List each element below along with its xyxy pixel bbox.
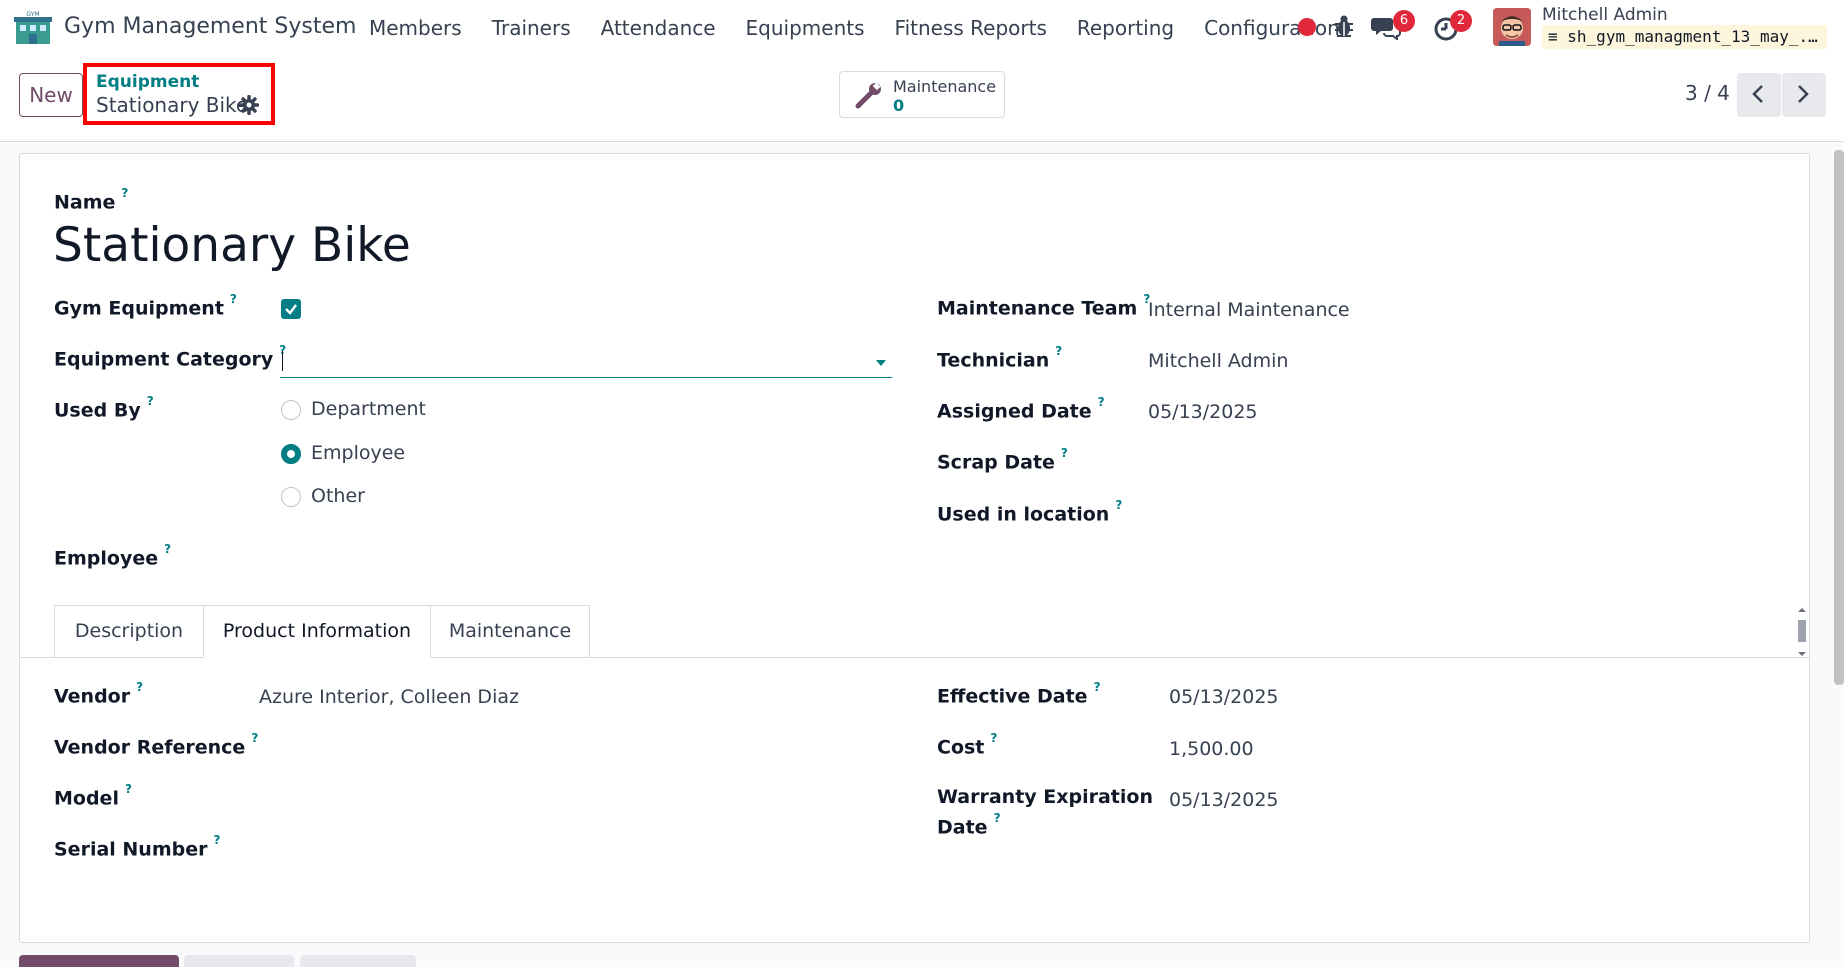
send-message-button[interactable] bbox=[19, 955, 179, 967]
cost-label: Cost? bbox=[937, 731, 998, 759]
menu-attendance[interactable]: Attendance bbox=[601, 16, 716, 40]
help-tooltip-icon[interactable]: ? bbox=[213, 833, 220, 847]
cost-value[interactable]: 1,500.00 bbox=[1169, 738, 1254, 760]
log-note-button[interactable] bbox=[184, 955, 294, 967]
scrap-date-label: Scrap Date? bbox=[937, 446, 1068, 474]
gym-app-icon[interactable]: GYM bbox=[14, 10, 52, 46]
control-panel: New Equipment Stationary Bike Maintenanc… bbox=[0, 58, 1844, 142]
effective-date-label: Effective Date? bbox=[937, 680, 1101, 708]
breadcrumb-current: Stationary Bike bbox=[96, 93, 249, 117]
gym-equipment-checkbox[interactable] bbox=[281, 299, 301, 319]
used-by-label: Used By? bbox=[54, 394, 154, 422]
check-icon bbox=[285, 304, 297, 315]
tab-maintenance[interactable]: Maintenance bbox=[430, 605, 590, 658]
database-label: sh_gym_managment_13_may_... bbox=[1567, 27, 1827, 46]
tab-product-information[interactable]: Product Information bbox=[203, 605, 431, 658]
maintenance-team-value[interactable]: Internal Maintenance bbox=[1148, 299, 1350, 321]
used-by-other-label[interactable]: Other bbox=[311, 485, 365, 507]
help-tooltip-icon[interactable]: ? bbox=[1094, 680, 1101, 694]
new-button[interactable]: New bbox=[19, 73, 83, 117]
serial-number-label: Serial Number? bbox=[54, 833, 221, 861]
debug-bug-icon[interactable] bbox=[1333, 14, 1355, 38]
used-by-employee-label[interactable]: Employee bbox=[311, 442, 405, 464]
database-name[interactable]: ≡ sh_gym_managment_13_may_... bbox=[1542, 25, 1827, 49]
pager-previous-button[interactable] bbox=[1737, 73, 1781, 117]
svg-text:GYM: GYM bbox=[26, 11, 39, 18]
pager-value[interactable]: 3 / 4 bbox=[1685, 81, 1730, 105]
caret-down-icon[interactable] bbox=[876, 360, 886, 366]
tab-description[interactable]: Description bbox=[54, 605, 204, 658]
help-tooltip-icon[interactable]: ? bbox=[251, 731, 258, 745]
help-tooltip-icon[interactable]: ? bbox=[121, 186, 128, 200]
chevron-left-icon bbox=[1752, 85, 1763, 103]
help-tooltip-icon[interactable]: ? bbox=[1115, 498, 1122, 512]
maintenance-team-label: Maintenance Team? bbox=[937, 292, 1151, 320]
gym-equipment-label: Gym Equipment? bbox=[54, 292, 237, 320]
vendor-value[interactable]: Azure Interior, Colleen Diaz bbox=[259, 686, 519, 708]
menu-reporting[interactable]: Reporting bbox=[1077, 16, 1174, 40]
used-by-other-radio[interactable] bbox=[281, 487, 301, 507]
technician-label: Technician? bbox=[937, 344, 1063, 372]
employee-label: Employee? bbox=[54, 542, 172, 570]
user-name[interactable]: Mitchell Admin bbox=[1542, 5, 1668, 25]
tabs-scrollbar[interactable] bbox=[1796, 607, 1808, 657]
maintenance-smart-button[interactable]: Maintenance 0 bbox=[839, 71, 1005, 118]
effective-date-value[interactable]: 05/13/2025 bbox=[1169, 686, 1279, 708]
used-in-location-label: Used in location? bbox=[937, 498, 1123, 526]
wrench-icon bbox=[854, 82, 884, 110]
menu-trainers[interactable]: Trainers bbox=[492, 16, 571, 40]
app-title[interactable]: Gym Management System bbox=[64, 14, 356, 39]
text-cursor bbox=[282, 351, 283, 371]
messages-badge: 6 bbox=[1393, 10, 1415, 32]
main-menu: Members Trainers Attendance Equipments F… bbox=[369, 16, 1370, 40]
assigned-date-label: Assigned Date? bbox=[937, 395, 1105, 423]
record-status-icon[interactable] bbox=[1298, 18, 1316, 36]
technician-value[interactable]: Mitchell Admin bbox=[1148, 350, 1288, 372]
used-by-employee-radio[interactable] bbox=[281, 444, 301, 464]
assigned-date-value[interactable]: 05/13/2025 bbox=[1148, 401, 1258, 423]
smart-button-label: Maintenance bbox=[893, 77, 997, 96]
help-tooltip-icon[interactable]: ? bbox=[125, 782, 132, 796]
model-label: Model? bbox=[54, 782, 132, 810]
database-icon: ≡ bbox=[1548, 27, 1558, 46]
menu-equipments[interactable]: Equipments bbox=[746, 16, 865, 40]
help-tooltip-icon[interactable]: ? bbox=[1055, 344, 1062, 358]
activities-button[interactable] bbox=[300, 955, 416, 967]
help-tooltip-icon[interactable]: ? bbox=[994, 811, 1001, 825]
activities-badge: 2 bbox=[1450, 10, 1472, 32]
chevron-right-icon bbox=[1798, 85, 1809, 103]
used-by-department-label[interactable]: Department bbox=[311, 398, 426, 420]
name-label: Name? bbox=[54, 186, 129, 214]
breadcrumb-parent-link[interactable]: Equipment bbox=[96, 72, 199, 92]
warranty-expiration-label: Warranty Expiration bbox=[937, 786, 1153, 808]
equipment-category-select[interactable] bbox=[280, 344, 892, 378]
help-tooltip-icon[interactable]: ? bbox=[990, 731, 997, 745]
pager-next-button[interactable] bbox=[1782, 73, 1826, 117]
top-navbar: GYM Gym Management System Members Traine… bbox=[0, 0, 1844, 58]
gear-icon[interactable] bbox=[238, 94, 260, 116]
help-tooltip-icon[interactable]: ? bbox=[1098, 395, 1105, 409]
vendor-reference-label: Vendor Reference? bbox=[54, 731, 259, 759]
warranty-expiration-value[interactable]: 05/13/2025 bbox=[1169, 789, 1279, 811]
help-tooltip-icon[interactable]: ? bbox=[230, 292, 237, 306]
user-avatar[interactable] bbox=[1493, 8, 1531, 46]
menu-members[interactable]: Members bbox=[369, 16, 462, 40]
menu-configuration[interactable]: Configuration bbox=[1204, 16, 1340, 40]
page-scrollbar[interactable] bbox=[1834, 150, 1844, 685]
vendor-label: Vendor? bbox=[54, 680, 144, 708]
help-tooltip-icon[interactable]: ? bbox=[147, 394, 154, 408]
help-tooltip-icon[interactable]: ? bbox=[164, 542, 171, 556]
help-tooltip-icon[interactable]: ? bbox=[1061, 446, 1068, 460]
smart-button-value: 0 bbox=[893, 96, 905, 115]
warranty-expiration-label-line2: Date? bbox=[937, 811, 1001, 839]
used-by-department-radio[interactable] bbox=[281, 400, 301, 420]
menu-fitness-reports[interactable]: Fitness Reports bbox=[895, 16, 1047, 40]
name-field[interactable]: Stationary Bike bbox=[53, 218, 411, 273]
help-tooltip-icon[interactable]: ? bbox=[136, 680, 143, 694]
equipment-category-label: Equipment Category? bbox=[54, 343, 287, 371]
